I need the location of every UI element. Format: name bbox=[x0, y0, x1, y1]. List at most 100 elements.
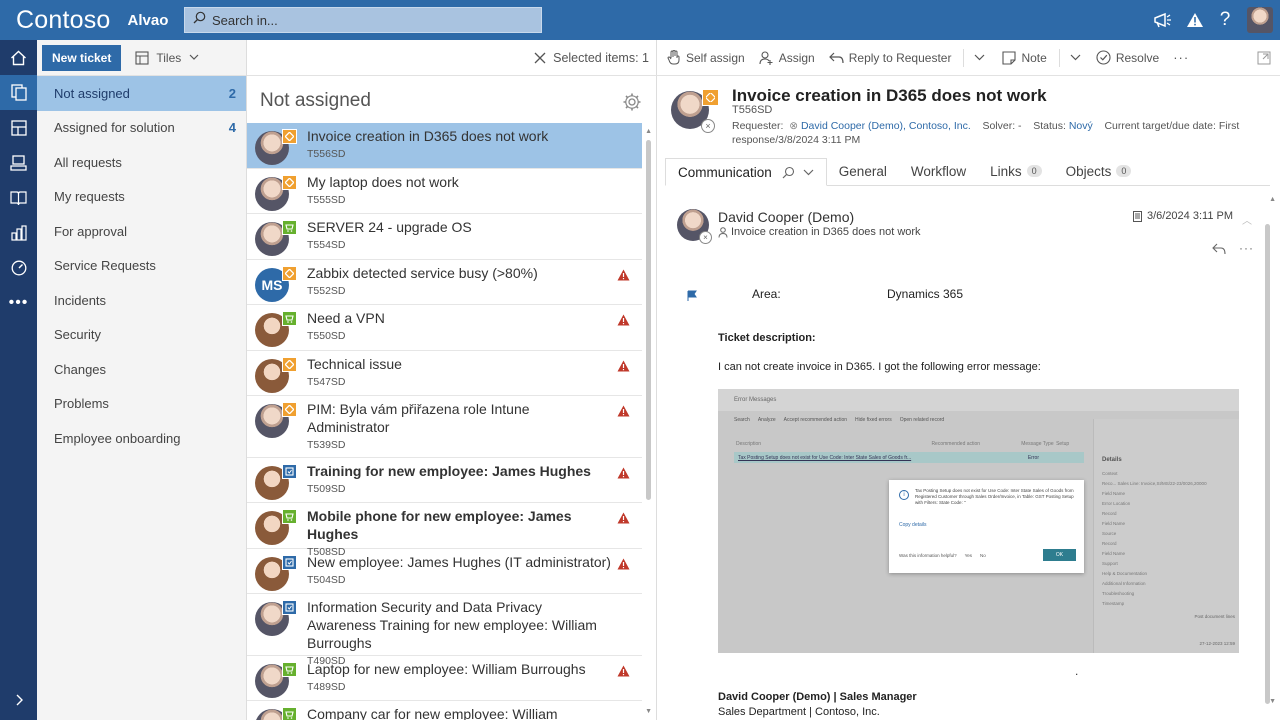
nav-item-my-requests[interactable]: My requests bbox=[37, 180, 246, 215]
ticket-title: Need a VPN bbox=[307, 310, 385, 326]
ticket-row[interactable]: New employee: James Hughes (IT administr… bbox=[247, 549, 642, 594]
chevron-down-icon bbox=[1070, 54, 1081, 61]
screenshot-detail-item: Reco... Sales Line: Invoice,SI/MS/22-23/… bbox=[1102, 481, 1207, 486]
note-button[interactable]: Note bbox=[1002, 51, 1047, 65]
ticket-row[interactable]: Invoice creation in D365 does not work T5… bbox=[247, 123, 642, 169]
tab-general[interactable]: General bbox=[827, 157, 899, 185]
more-icon[interactable]: ••• bbox=[0, 285, 37, 320]
scroll-up-icon[interactable]: ▲ bbox=[645, 128, 652, 135]
requests-icon[interactable] bbox=[0, 75, 37, 110]
service-desk-icon[interactable] bbox=[0, 145, 37, 180]
scroll-down-icon[interactable]: ▼ bbox=[645, 708, 652, 715]
search-icon[interactable] bbox=[782, 166, 795, 179]
help-icon[interactable]: ? bbox=[1210, 5, 1240, 35]
board-icon[interactable] bbox=[0, 110, 37, 145]
requester-link[interactable]: David Cooper (Demo), Contoso, Inc. bbox=[801, 120, 971, 132]
nav-item-employee-onboarding[interactable]: Employee onboarding bbox=[37, 421, 246, 456]
solver-label: Solver: bbox=[982, 120, 1016, 132]
ticket-row[interactable]: Mobile phone for new employee: James Hug… bbox=[247, 503, 642, 558]
person-add-icon bbox=[759, 50, 773, 65]
ticket-row[interactable]: Need a VPN T550SD bbox=[247, 305, 642, 351]
flag-icon[interactable] bbox=[687, 289, 698, 307]
assign-button[interactable]: Assign bbox=[759, 51, 815, 65]
ticket-row[interactable]: MS Zabbix detected service busy (>80%) T55… bbox=[247, 260, 642, 305]
status-link[interactable]: Nový bbox=[1069, 120, 1093, 132]
search-input[interactable] bbox=[212, 12, 532, 28]
message-avatar: × bbox=[677, 209, 712, 244]
screenshot-detail-item: Additional Information bbox=[1102, 581, 1146, 586]
ticket-id: T509SD bbox=[307, 482, 346, 495]
ticket-avatar bbox=[255, 707, 297, 720]
ticket-row[interactable]: Information Security and Data Privacy Aw… bbox=[247, 594, 642, 667]
tiles-switch[interactable]: Tiles bbox=[135, 51, 199, 65]
brand-logo[interactable]: Contoso bbox=[16, 6, 111, 35]
nav-item-label: All requests bbox=[54, 154, 122, 170]
nav-item-label: Service Requests bbox=[54, 258, 156, 274]
nav-item-all-requests[interactable]: All requests bbox=[37, 145, 246, 180]
reply-button[interactable]: Reply to Requester bbox=[828, 51, 951, 65]
dashboard-icon[interactable] bbox=[0, 250, 37, 285]
screenshot-detail-item: Support bbox=[1102, 561, 1118, 566]
nav-item-incidents[interactable]: Incidents bbox=[37, 283, 246, 318]
nav-item-assigned-for-solution[interactable]: Assigned for solution 4 bbox=[37, 111, 246, 146]
more-actions-icon[interactable]: ··· bbox=[1173, 50, 1189, 65]
tab-communication[interactable]: Communication bbox=[665, 158, 827, 186]
dot: . bbox=[1075, 664, 1079, 678]
resolve-label: Resolve bbox=[1115, 50, 1160, 65]
warning-icon[interactable] bbox=[1180, 5, 1210, 35]
scroll-up-icon[interactable]: ▲ bbox=[1269, 196, 1276, 203]
close-icon[interactable] bbox=[534, 52, 546, 64]
detail-scrollbar[interactable] bbox=[1265, 224, 1270, 704]
nav-item-security[interactable]: Security bbox=[37, 318, 246, 353]
self-assign-label: Self assign bbox=[686, 50, 745, 65]
ticket-row[interactable]: My laptop does not work T555SD bbox=[247, 169, 642, 214]
nav-item-for-approval[interactable]: For approval bbox=[37, 214, 246, 249]
task-icon bbox=[282, 554, 297, 570]
warning-icon bbox=[617, 664, 630, 682]
reports-icon[interactable] bbox=[0, 215, 37, 250]
selected-items[interactable]: Selected items: 1 bbox=[534, 51, 649, 65]
description-text: I can not create invoice in D365. I got … bbox=[718, 361, 1041, 373]
nav-item-changes[interactable]: Changes bbox=[37, 352, 246, 387]
screenshot-timestamp: 27-12-2023 12:59 bbox=[1199, 641, 1235, 646]
ticket-row[interactable]: Training for new employee: James Hughes T… bbox=[247, 458, 642, 503]
scroll-down-icon[interactable]: ▼ bbox=[1269, 698, 1276, 705]
ticket-row[interactable]: SERVER 24 - upgrade OS T554SD bbox=[247, 214, 642, 260]
nav-item-service-requests[interactable]: Service Requests bbox=[37, 249, 246, 284]
ticket-row[interactable]: Laptop for new employee: William Burroug… bbox=[247, 656, 642, 701]
self-assign-button[interactable]: Self assign bbox=[667, 50, 745, 65]
list-scrollbar[interactable] bbox=[646, 140, 651, 500]
expand-chevron-icon[interactable] bbox=[0, 682, 37, 717]
tab-workflow[interactable]: Workflow bbox=[899, 157, 978, 185]
task-icon bbox=[282, 463, 297, 479]
ticket-row[interactable]: PIM: Byla vám přiřazena role Intune Admi… bbox=[247, 396, 642, 458]
ticket-avatar bbox=[255, 129, 297, 165]
service-ticket-icon bbox=[282, 129, 297, 144]
note-dropdown-button[interactable] bbox=[1070, 54, 1086, 61]
megaphone-icon[interactable] bbox=[1146, 5, 1180, 35]
new-ticket-button[interactable]: New ticket bbox=[42, 44, 122, 71]
error-screenshot[interactable]: Error Messages Search Analyze Accept recom… bbox=[718, 389, 1239, 653]
resolve-button[interactable]: Resolve bbox=[1096, 50, 1159, 65]
description-heading: Ticket description: bbox=[718, 332, 816, 344]
gear-icon[interactable] bbox=[622, 92, 642, 117]
tab-links[interactable]: Links 0 bbox=[978, 157, 1054, 185]
person-icon bbox=[718, 226, 728, 238]
service-request-icon bbox=[282, 311, 297, 326]
knowledge-base-icon[interactable] bbox=[0, 180, 37, 215]
nav-item-problems[interactable]: Problems bbox=[37, 387, 246, 422]
chevron-down-icon[interactable] bbox=[803, 169, 814, 176]
tab-objects[interactable]: Objects 0 bbox=[1054, 157, 1144, 185]
search-box[interactable] bbox=[184, 7, 542, 33]
ticket-row[interactable]: Company car for new employee: William Bu… bbox=[247, 701, 642, 720]
nav-item-not-assigned[interactable]: Not assigned 2 bbox=[37, 76, 246, 111]
home-icon[interactable] bbox=[0, 40, 37, 75]
ticket-row[interactable]: Technical issue T547SD bbox=[247, 351, 642, 396]
reply-dropdown-button[interactable] bbox=[974, 54, 990, 61]
message-more-icon[interactable]: ··· bbox=[1239, 241, 1254, 255]
popout-icon[interactable] bbox=[1257, 51, 1271, 68]
screenshot-column: Description bbox=[736, 441, 762, 447]
user-avatar[interactable] bbox=[1240, 5, 1280, 35]
collapse-icon[interactable]: ︿ bbox=[1242, 212, 1252, 227]
reply-icon[interactable] bbox=[1212, 242, 1226, 260]
